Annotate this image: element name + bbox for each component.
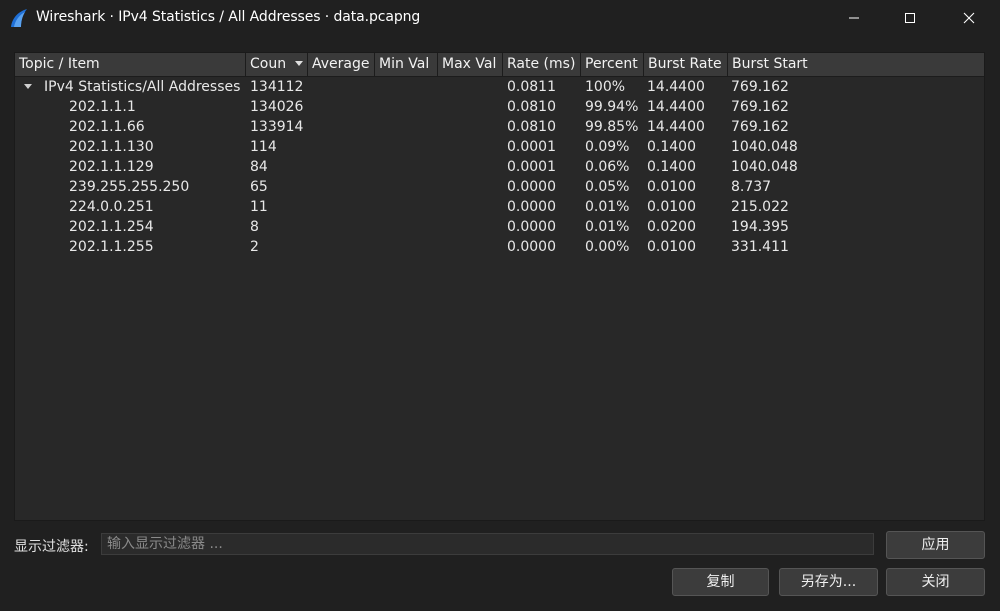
close-button[interactable]: 关闭 [886,568,985,596]
cell-burst-start: 1040.048 [731,139,798,155]
close-window-button[interactable] [946,0,992,36]
column-header-min-val[interactable]: Min Val [375,53,438,76]
statistics-tree-table[interactable]: Topic / Item Coun Average Min Val Max Va… [14,52,985,521]
cell-burst-rate: 0.0200 [647,219,696,235]
cell-burst-rate: 0.0100 [647,199,696,215]
save-as-button[interactable]: 另存为... [779,568,878,596]
cell-rate: 0.0001 [507,159,556,175]
minimize-button[interactable] [831,0,877,36]
cell-topic: 239.255.255.250 [69,179,190,195]
cell-rate: 0.0000 [507,219,556,235]
table-row[interactable]: 224.0.0.251 11 0.0000 0.01% 0.0100 215.022 [15,197,984,217]
column-header-burst-rate[interactable]: Burst Rate [644,53,728,76]
cell-burst-start: 331.411 [731,239,789,255]
cell-count: 134026 [250,99,304,115]
cell-count: 114 [250,139,277,155]
table-row[interactable]: 202.1.1.66 133914 0.0810 99.85% 14.4400 769.1… [15,117,984,137]
cell-burst-rate: 14.4400 [647,99,705,115]
cell-rate: 0.0000 [507,179,556,195]
cell-topic: 202.1.1.129 [69,159,154,175]
column-header-count[interactable]: Coun [246,53,308,76]
cell-rate: 0.0001 [507,139,556,155]
cell-percent: 0.09% [585,139,630,155]
cell-burst-start: 769.162 [731,119,789,135]
cell-percent: 0.00% [585,239,630,255]
wireshark-fin-icon [11,9,27,27]
cell-burst-rate: 0.0100 [647,179,696,195]
cell-count: 8 [250,219,259,235]
cell-count: 133914 [250,119,304,135]
title-bar: Wireshark · IPv4 Statistics / All Addres… [0,0,1000,36]
cell-rate: 0.0811 [507,79,556,95]
copy-button[interactable]: 复制 [672,568,769,596]
cell-rate: 0.0810 [507,99,556,115]
table-row-root[interactable]: IPv4 Statistics/All Addresses 134112 0.081… [15,77,984,97]
cell-topic: 202.1.1.254 [69,219,154,235]
cell-burst-start: 769.162 [731,99,789,115]
cell-percent: 100% [585,79,626,95]
cell-rate: 0.0000 [507,239,556,255]
cell-topic: 202.1.1.130 [69,139,154,155]
cell-percent: 0.01% [585,219,630,235]
close-icon [963,12,975,24]
window-title: Wireshark · IPv4 Statistics / All Addres… [36,9,421,25]
cell-topic: 202.1.1.255 [69,239,154,255]
cell-percent: 0.06% [585,159,630,175]
cell-burst-rate: 0.1400 [647,159,696,175]
cell-burst-rate: 14.4400 [647,79,705,95]
column-header-topic[interactable]: Topic / Item [15,53,246,76]
maximize-button[interactable] [887,0,933,36]
cell-count: 11 [250,199,268,215]
expand-collapse-icon[interactable] [24,84,32,89]
column-header-count-label: Coun [250,56,287,72]
cell-percent: 99.85% [585,119,639,135]
cell-count: 84 [250,159,268,175]
cell-percent: 99.94% [585,99,639,115]
cell-percent: 0.01% [585,199,630,215]
cell-burst-rate: 14.4400 [647,119,705,135]
minimize-icon [849,17,859,19]
cell-topic: 224.0.0.251 [69,199,154,215]
table-row[interactable]: 202.1.1.130 114 0.0001 0.09% 0.1400 1040.048 [15,137,984,157]
table-row[interactable]: 202.1.1.254 8 0.0000 0.01% 0.0200 194.395 [15,217,984,237]
cell-burst-start: 769.162 [731,79,789,95]
table-row[interactable]: 202.1.1.1 134026 0.0810 99.94% 14.4400 769.16… [15,97,984,117]
table-row[interactable]: 202.1.1.255 2 0.0000 0.00% 0.0100 331.411 [15,237,984,257]
column-header-rate[interactable]: Rate (ms) [503,53,581,76]
cell-burst-start: 194.395 [731,219,789,235]
cell-burst-rate: 0.1400 [647,139,696,155]
cell-rate: 0.0810 [507,119,556,135]
maximize-icon [905,13,915,23]
cell-burst-start: 215.022 [731,199,789,215]
column-header-max-val[interactable]: Max Val [438,53,503,76]
display-filter-label: 显示过滤器: [14,539,89,555]
cell-count: 134112 [250,79,304,95]
column-header-burst-start[interactable]: Burst Start [728,53,984,76]
cell-topic: 202.1.1.66 [69,119,145,135]
cell-percent: 0.05% [585,179,630,195]
cell-topic: 202.1.1.1 [69,99,136,115]
cell-rate: 0.0000 [507,199,556,215]
cell-topic: IPv4 Statistics/All Addresses [44,79,241,95]
cell-burst-rate: 0.0100 [647,239,696,255]
display-filter-input[interactable] [101,533,874,555]
cell-burst-start: 1040.048 [731,159,798,175]
cell-count: 2 [250,239,259,255]
sort-descending-icon [295,61,303,66]
table-row[interactable]: 239.255.255.250 65 0.0000 0.05% 0.0100 8.737 [15,177,984,197]
apply-button[interactable]: 应用 [886,531,985,559]
cell-count: 65 [250,179,268,195]
table-header: Topic / Item Coun Average Min Val Max Va… [15,53,984,77]
column-header-percent[interactable]: Percent [581,53,644,76]
cell-burst-start: 8.737 [731,179,772,195]
table-row[interactable]: 202.1.1.129 84 0.0001 0.06% 0.1400 1040.048 [15,157,984,177]
column-header-average[interactable]: Average [308,53,375,76]
